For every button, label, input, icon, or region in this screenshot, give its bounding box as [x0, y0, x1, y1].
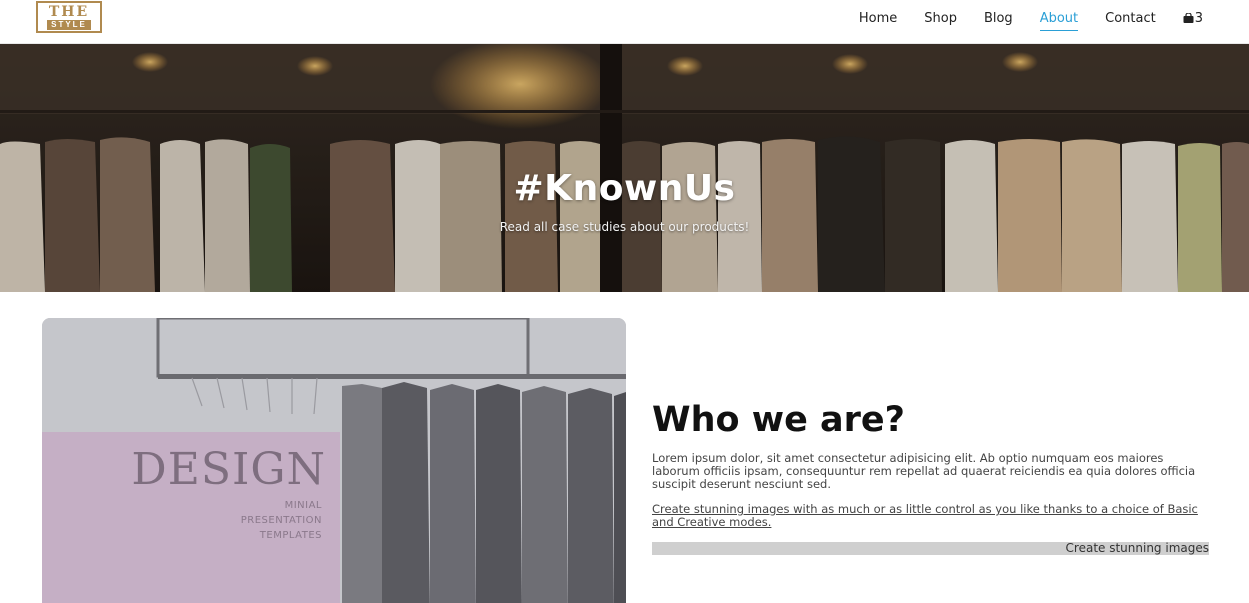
hero-title: #KnownUs: [513, 168, 736, 209]
shopping-bag-icon: [1183, 13, 1194, 23]
section-heading: Who we are?: [652, 400, 905, 440]
design-line-2: PRESENTATION: [240, 515, 322, 526]
navbar: THE STYLE Home Shop Blog About Contact 3: [0, 0, 1249, 44]
about-paragraph: Lorem ipsum dolor, sit amet consectetur …: [652, 451, 1196, 491]
marquee-text: Create stunning images: [1065, 542, 1209, 555]
design-overlay: DESIGN MINIAL PRESENTATION TEMPLATES: [42, 432, 340, 603]
design-word: DESIGN: [131, 444, 326, 495]
about-link[interactable]: Create stunning images with as much or a…: [652, 503, 1202, 529]
main-nav: Home Shop Blog About Contact 3: [832, 0, 1203, 36]
logo-text-top: THE: [48, 3, 90, 20]
nav-contact[interactable]: Contact: [1105, 11, 1156, 26]
cart-count: 3: [1194, 10, 1203, 26]
design-line-3: TEMPLATES: [259, 530, 322, 541]
hero-subtitle: Read all case studies about our products…: [499, 220, 750, 234]
nav-shop[interactable]: Shop: [924, 11, 957, 26]
marquee-bar: Create stunning images: [652, 542, 1209, 555]
hero-banner: #KnownUs Read all case studies about our…: [0, 44, 1249, 292]
design-line-1: MINIAL: [284, 500, 322, 511]
logo-text-bottom: STYLE: [47, 19, 91, 30]
nav-home[interactable]: Home: [859, 11, 897, 26]
cart-button[interactable]: 3: [1183, 11, 1203, 26]
nav-blog[interactable]: Blog: [984, 11, 1013, 26]
nav-about[interactable]: About: [1039, 11, 1079, 31]
feature-image: DESIGN MINIAL PRESENTATION TEMPLATES: [42, 318, 626, 603]
brand-logo[interactable]: THE STYLE: [36, 1, 102, 33]
